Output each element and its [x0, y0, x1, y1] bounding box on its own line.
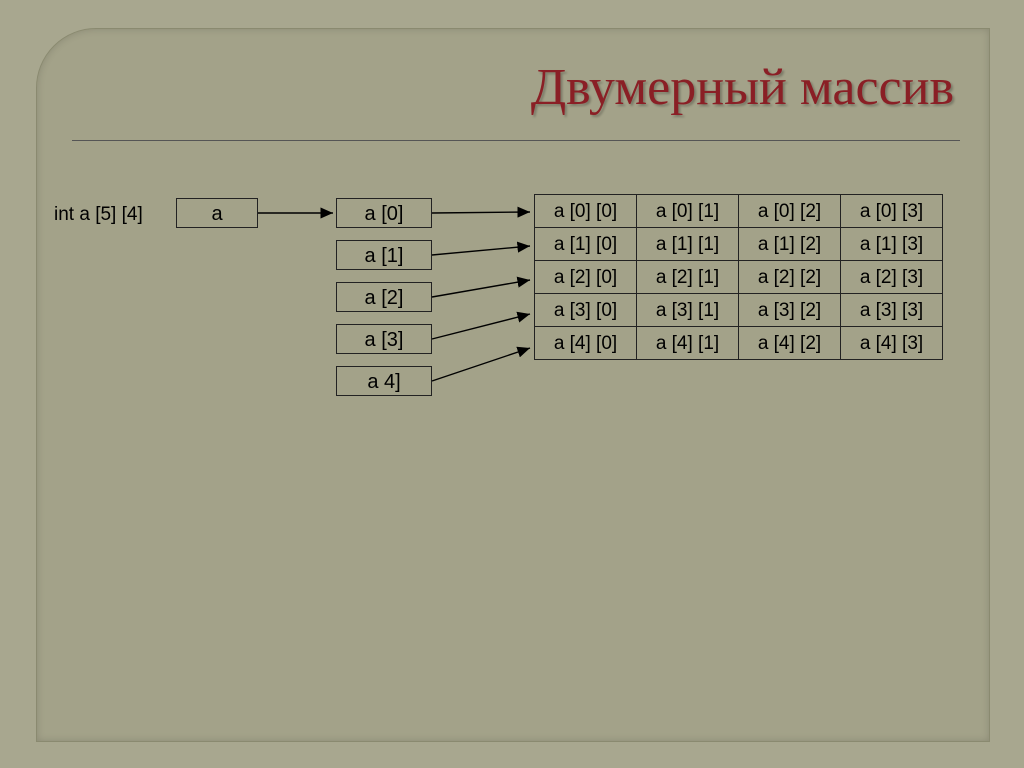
slide-background: Двумерный массив int a [5] [4] a a [0] a… — [0, 0, 1024, 768]
row-pointer-0: a [0] — [336, 198, 432, 228]
pointer-box-a: a — [176, 198, 258, 228]
row-pointer-1: a [1] — [336, 240, 432, 270]
slide-title: Двумерный массив — [531, 58, 954, 117]
grid-cell: a [1] [0] — [534, 227, 637, 261]
grid-cell: a [2] [2] — [738, 260, 841, 294]
grid-cell: a [1] [1] — [636, 227, 739, 261]
grid-row: a [2] [0] a [2] [1] a [2] [2] a [2] [3] — [535, 261, 943, 294]
grid-cell: a [0] [3] — [840, 194, 943, 228]
grid-cell: a [0] [0] — [534, 194, 637, 228]
array-declaration: int a [5] [4] — [54, 204, 143, 226]
grid-cell: a [0] [2] — [738, 194, 841, 228]
element-grid: a [0] [0] a [0] [1] a [0] [2] a [0] [3] … — [535, 195, 943, 360]
grid-cell: a [3] [2] — [738, 293, 841, 327]
grid-row: a [1] [0] a [1] [1] a [1] [2] a [1] [3] — [535, 228, 943, 261]
grid-cell: a [4] [2] — [738, 326, 841, 360]
content-panel — [36, 28, 990, 742]
grid-cell: a [1] [2] — [738, 227, 841, 261]
grid-cell: a [1] [3] — [840, 227, 943, 261]
grid-cell: a [2] [1] — [636, 260, 739, 294]
row-pointer-3: a [3] — [336, 324, 432, 354]
grid-cell: a [2] [0] — [534, 260, 637, 294]
grid-cell: a [0] [1] — [636, 194, 739, 228]
row-pointer-4: a 4] — [336, 366, 432, 396]
grid-cell: a [3] [3] — [840, 293, 943, 327]
grid-cell: a [2] [3] — [840, 260, 943, 294]
grid-row: a [3] [0] a [3] [1] a [3] [2] a [3] [3] — [535, 294, 943, 327]
grid-row: a [0] [0] a [0] [1] a [0] [2] a [0] [3] — [535, 195, 943, 228]
grid-cell: a [3] [0] — [534, 293, 637, 327]
row-pointer-2: a [2] — [336, 282, 432, 312]
grid-cell: a [3] [1] — [636, 293, 739, 327]
grid-cell: a [4] [3] — [840, 326, 943, 360]
title-underline — [72, 140, 960, 141]
grid-cell: a [4] [1] — [636, 326, 739, 360]
grid-row: a [4] [0] a [4] [1] a [4] [2] a [4] [3] — [535, 327, 943, 360]
grid-cell: a [4] [0] — [534, 326, 637, 360]
